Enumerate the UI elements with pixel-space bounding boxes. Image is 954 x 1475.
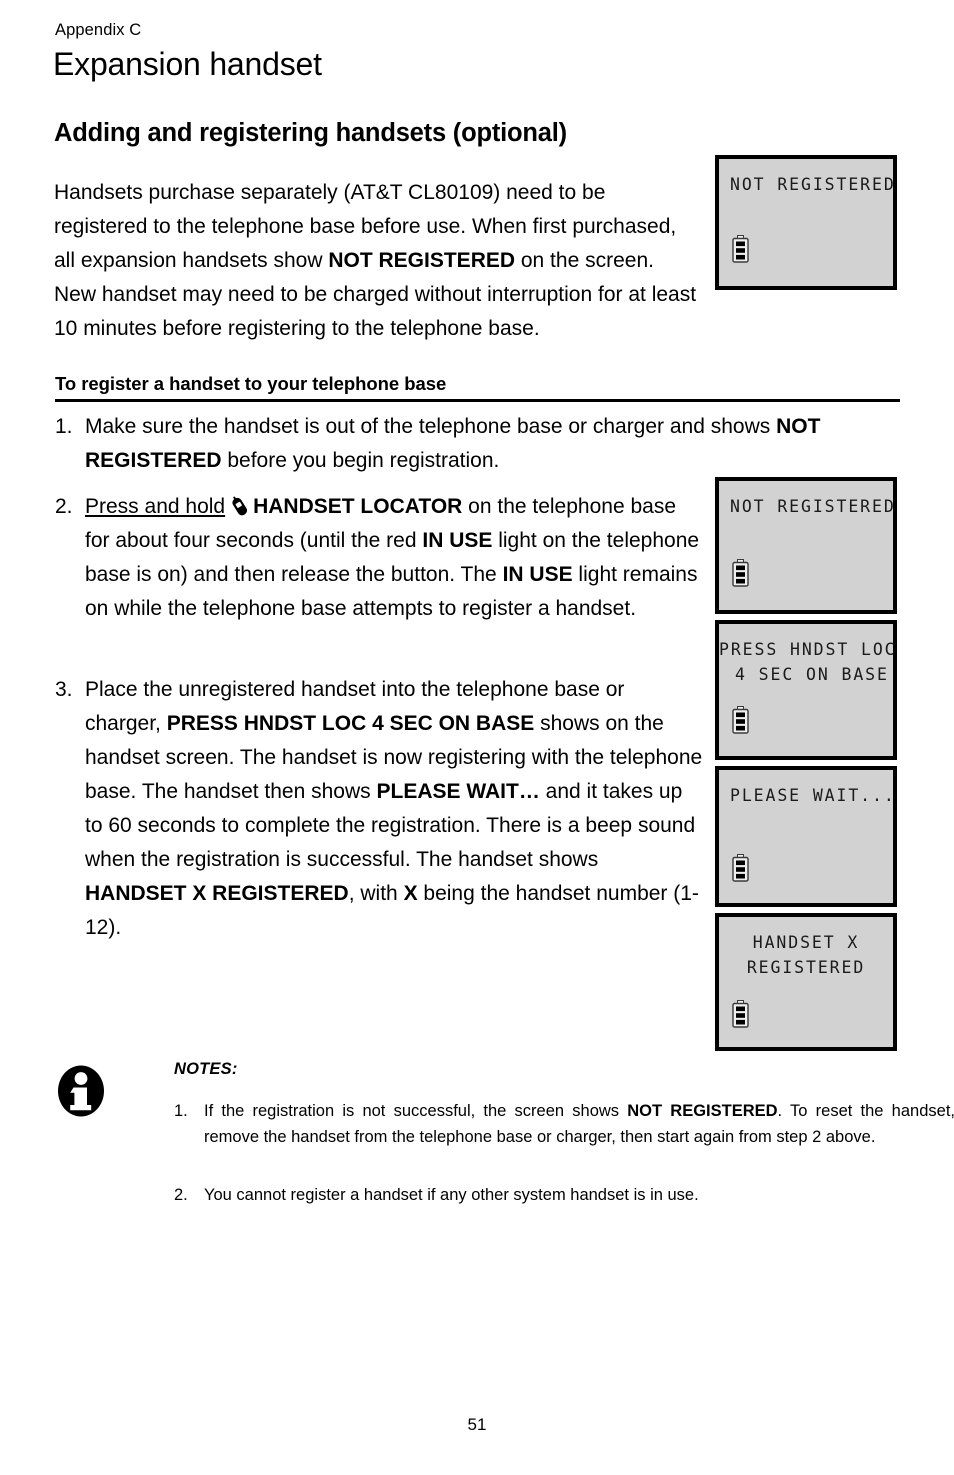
notes-title: NOTES: <box>174 1060 238 1078</box>
page-number: 51 <box>467 1415 487 1434</box>
subhead-divider <box>55 399 900 402</box>
page-title: Adding and registering handsets (optiona… <box>54 119 567 148</box>
lcd-screen-not-registered-1: NOT REGISTERED <box>715 155 897 290</box>
information-icon <box>57 1065 105 1117</box>
lcd-1-text: NOT REGISTERED <box>730 175 896 194</box>
note-1-text-1: If the registration is not successful, t… <box>204 1102 628 1120</box>
battery-icon <box>732 854 749 882</box>
step-2-bold-in-use-2: IN USE <box>502 563 573 586</box>
procedure-step-1: 1. Make sure the handset is out of the t… <box>55 410 900 478</box>
note-1-text: If the registration is not successful, t… <box>204 1098 954 1150</box>
battery-icon <box>732 706 749 734</box>
note-2-number: 2. <box>174 1186 188 1204</box>
battery-icon <box>732 235 749 263</box>
step-1-text: Make sure the handset is out of the tele… <box>85 410 900 478</box>
note-item: 2. You cannot register a handset if any … <box>174 1182 954 1208</box>
step-3-bold-x: X <box>403 882 418 905</box>
step-3-text: Place the unregistered handset into the … <box>85 673 705 945</box>
handset-locator-icon <box>228 495 252 517</box>
lcd-screen-press-hndst-loc: PRESS HNDST LOC 4 SEC ON BASE <box>715 620 897 760</box>
battery-icon <box>732 559 749 587</box>
lcd-2-text: NOT REGISTERED <box>730 497 896 516</box>
step-2-bold-in-use-1: IN USE <box>422 529 493 552</box>
step-3-bold-handset-x-registered: HANDSET X REGISTERED <box>85 882 349 905</box>
note-1-number: 1. <box>174 1102 188 1120</box>
step-1-text-1: Make sure the handset is out of the tele… <box>85 415 777 438</box>
intro-paragraph: Handsets purchase separately (AT&T CL801… <box>54 176 699 346</box>
lcd-screen-not-registered-2: NOT REGISTERED <box>715 477 897 614</box>
document-page: Appendix C Expansion handset Adding and … <box>0 0 954 1475</box>
chapter-title: Expansion handset <box>53 46 322 82</box>
note-1-bold-not-registered: NOT REGISTERED <box>627 1102 778 1120</box>
procedure-step-2: 2. Press and hold HANDSET LOCATOR on the… <box>55 490 705 626</box>
step-2-number: 2. <box>55 495 73 518</box>
step-2-text: Press and hold HANDSET LOCATOR on the te… <box>85 490 705 626</box>
step-2-underlined-press-and-hold: Press and hold <box>85 495 226 518</box>
step-1-number: 1. <box>55 415 73 438</box>
step-3-number: 3. <box>55 678 73 701</box>
note-2-text: You cannot register a handset if any oth… <box>204 1182 954 1208</box>
note-2-text-1: You cannot register a handset if any oth… <box>204 1186 699 1204</box>
procedure-subhead: To register a handset to your telephone … <box>55 373 447 394</box>
lcd-5-text: HANDSET X REGISTERED <box>746 933 866 977</box>
step-2-bold-handset-locator: HANDSET LOCATOR <box>253 495 463 518</box>
lcd-screen-handset-x-registered: HANDSET X REGISTERED <box>715 913 897 1051</box>
note-item: 1. If the registration is not successful… <box>174 1098 954 1150</box>
step-3-bold-please-wait: PLEASE WAIT… <box>376 780 540 803</box>
lcd-4-text: PLEASE WAIT... <box>730 786 896 805</box>
step-3-bold-press-hndst-loc: PRESS HNDST LOC 4 SEC ON BASE <box>166 712 535 735</box>
lcd-3-text: PRESS HNDST LOC 4 SEC ON BASE <box>719 640 897 684</box>
procedure-step-3: 3. Place the unregistered handset into t… <box>55 673 705 945</box>
intro-bold-not-registered: NOT REGISTERED <box>328 249 516 272</box>
procedure-subhead-block: To register a handset to your telephone … <box>55 372 900 402</box>
battery-icon <box>732 1000 749 1028</box>
appendix-label: Appendix C <box>55 21 142 39</box>
lcd-screen-please-wait: PLEASE WAIT... <box>715 766 897 907</box>
step-3-text-4: , with <box>348 882 404 905</box>
step-1-text-2: before you begin registration. <box>221 449 500 472</box>
